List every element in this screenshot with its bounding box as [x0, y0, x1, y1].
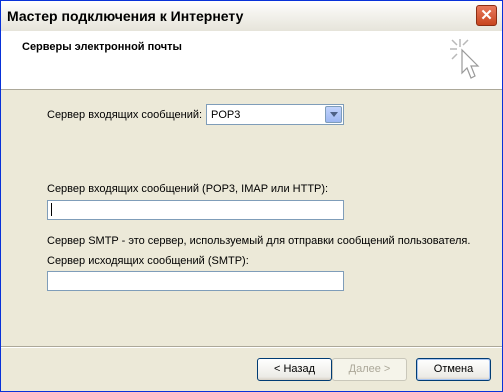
wizard-header: Серверы электронной почты: [1, 31, 502, 90]
smtp-note: Сервер SMTP - это сервер, используемый д…: [47, 235, 471, 247]
title-bar[interactable]: Мастер подключения к Интернету ✕: [1, 1, 502, 32]
footer-divider: [1, 346, 502, 348]
incoming-server-label: Сервер входящих сообщений (POP3, IMAP ил…: [47, 183, 329, 195]
wizard-cursor-icon: [450, 39, 480, 79]
back-button[interactable]: < Назад: [257, 358, 332, 381]
dropdown-button[interactable]: [325, 106, 342, 123]
outgoing-server-input[interactable]: [47, 271, 344, 291]
incoming-type-value: POP3: [211, 109, 241, 121]
incoming-type-select[interactable]: POP3: [206, 104, 344, 125]
outgoing-server-label: Сервер исходящих сообщений (SMTP):: [47, 255, 249, 267]
chevron-down-icon: [330, 112, 338, 117]
cancel-button[interactable]: Отмена: [416, 358, 491, 381]
close-icon: ✕: [480, 7, 493, 24]
window-title: Мастер подключения к Интернету: [7, 8, 244, 24]
next-button[interactable]: Далее >: [332, 358, 407, 381]
page-title: Серверы электронной почты: [22, 41, 182, 53]
close-button[interactable]: ✕: [476, 5, 497, 26]
incoming-server-input[interactable]: [47, 200, 344, 220]
wizard-window: Мастер подключения к Интернету ✕ Серверы…: [0, 0, 503, 392]
text-cursor: [51, 203, 52, 216]
incoming-type-label: Сервер входящих сообщений:: [47, 109, 203, 121]
